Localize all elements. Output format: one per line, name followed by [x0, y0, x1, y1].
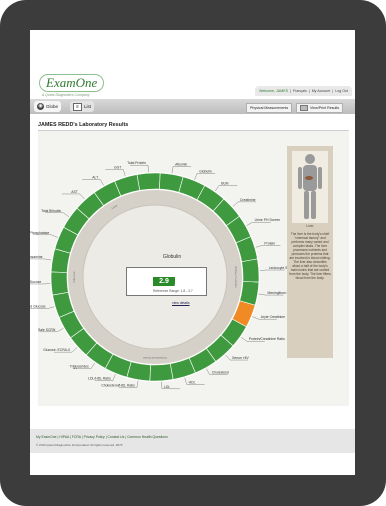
test-label[interactable]: BUN: [221, 181, 229, 185]
test-label[interactable]: Urine Glucose: [30, 280, 41, 284]
leader-line: [232, 201, 239, 207]
leader-line: [240, 337, 247, 342]
footer-link[interactable]: HIPAA: [59, 435, 69, 439]
test-label[interactable]: Cholesterol: [212, 371, 229, 375]
test-label[interactable]: LDL: [164, 385, 170, 389]
leader-line: [112, 374, 116, 381]
leader-line: [71, 347, 78, 353]
test-label[interactable]: AST: [71, 190, 78, 194]
test-label[interactable]: HDL: [189, 380, 196, 384]
test-label[interactable]: ALT: [92, 175, 98, 179]
leader-line: [79, 193, 85, 200]
leader-line: [63, 212, 70, 217]
test-label[interactable]: Aryte Creatinine: [261, 315, 285, 319]
test-label[interactable]: Glucose: ECRA-II: [43, 348, 70, 352]
leader-line: [100, 179, 104, 186]
test-label[interactable]: Creatinine: [240, 198, 256, 202]
test-label[interactable]: Protein/Creatinine Ratio: [249, 337, 285, 341]
leader-line: [136, 380, 139, 388]
leader-line: [225, 354, 231, 361]
test-label[interactable]: Alkaline Phosphatase: [30, 231, 49, 235]
leader-line: [51, 234, 58, 238]
wheel-segment[interactable]: [50, 271, 69, 296]
leader-line: [258, 293, 266, 296]
selected-test-name: Globulin: [162, 254, 182, 260]
category-label: Kidney Function: [234, 266, 238, 288]
test-label[interactable]: Sale SCRN: [38, 328, 56, 332]
leader-line: [255, 245, 263, 248]
test-label[interactable]: Fructosamine: [30, 255, 43, 259]
test-label[interactable]: Urine PH Screen: [255, 218, 281, 222]
wheel-segment[interactable]: [241, 258, 260, 283]
body-figure: [292, 151, 328, 223]
footer-link[interactable]: FCRA: [72, 435, 81, 439]
wheel-segment[interactable]: [149, 363, 174, 382]
test-label[interactable]: Blood Glucose: [30, 305, 46, 309]
test-label[interactable]: Globulin: [199, 169, 212, 173]
test-label[interactable]: LDL/HDL Ratio: [88, 377, 111, 381]
footer-link[interactable]: Common Health Questions: [127, 435, 168, 439]
browser-viewport: ExamOne A Quest Diagnostics Company Welc…: [30, 30, 355, 475]
wheel-segment[interactable]: [136, 172, 161, 191]
test-label[interactable]: Cholesterol/HDL Ratio: [101, 384, 135, 388]
leader-line: [57, 328, 64, 332]
test-label[interactable]: Total Bilirubin: [41, 209, 61, 213]
organ-label: Liver: [306, 224, 314, 228]
test-label[interactable]: Serum HIV: [232, 356, 249, 360]
footer-links: My ExamOne | HIPAA | FCRA | Privacy Poli…: [36, 435, 168, 439]
leader-line: [246, 222, 253, 226]
view-details-link[interactable]: view details: [172, 301, 190, 305]
leader-line: [194, 173, 198, 180]
result-value: 2.9: [153, 277, 175, 286]
body-silhouette-icon: [298, 154, 322, 219]
test-label[interactable]: GGT: [114, 166, 121, 170]
leader-line: [47, 306, 55, 309]
footer-link[interactable]: My ExamOne: [36, 435, 57, 439]
copyright: © 2013 Quest Diagnostics Incorporated. A…: [36, 443, 123, 447]
organ-description: The liver is the body's chief "chemical …: [289, 232, 331, 280]
leader-line: [123, 169, 126, 177]
test-label[interactable]: Protein: [264, 241, 275, 245]
leader-line: [44, 258, 52, 261]
footer-link[interactable]: Privacy Policy: [84, 435, 105, 439]
test-label[interactable]: Total Protein: [127, 161, 146, 165]
leader-line: [206, 368, 210, 375]
test-label[interactable]: Albumin: [175, 162, 187, 166]
footer: [30, 429, 355, 453]
test-label[interactable]: Triglycerides: [70, 365, 89, 369]
result-unit: g/dL: [174, 283, 180, 287]
leader-line: [184, 377, 187, 385]
reference-range: Reference Range: 1.8 - 3.7: [153, 289, 193, 293]
category-label: Glucose: [72, 271, 76, 282]
category-label: Cholesterol Panel: [143, 356, 167, 360]
leader-line: [90, 362, 95, 369]
leader-line: [171, 166, 174, 174]
footer-link[interactable]: Contact Us: [108, 435, 125, 439]
leader-line: [215, 185, 220, 192]
tablet-frame: ExamOne A Quest Diagnostics Company Welc…: [0, 0, 386, 506]
leader-line: [252, 316, 259, 320]
